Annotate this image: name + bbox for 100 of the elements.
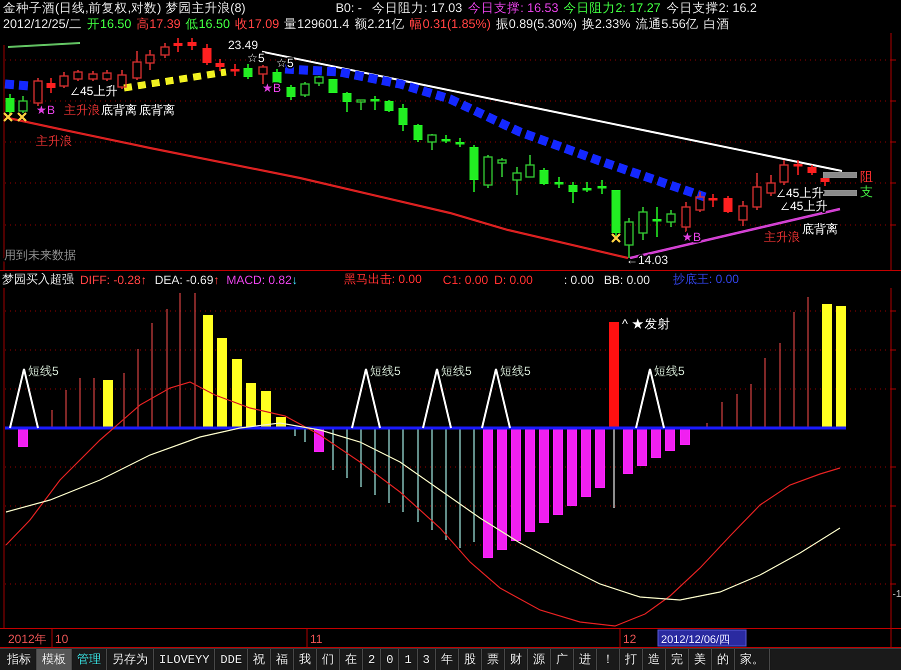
signal-label: 短线5 bbox=[28, 364, 59, 378]
indicator-readout: D: 0.00 bbox=[494, 272, 533, 286]
histogram-bar bbox=[665, 428, 675, 451]
candlestick bbox=[525, 155, 535, 178]
candlestick bbox=[456, 138, 464, 147]
toolbar-tab[interactable]: ILOVEYY bbox=[154, 649, 216, 670]
month-label: 12 bbox=[623, 632, 636, 646]
quote-field: 流通5.56亿 bbox=[635, 16, 699, 32]
candlestick bbox=[314, 76, 324, 86]
divergence-label: 底背离 bbox=[139, 103, 175, 117]
year-label: 2012年 bbox=[8, 632, 47, 646]
toolbar-tab[interactable]: 股 bbox=[458, 649, 482, 670]
cursor-date-label: 2012/12/06/四 bbox=[658, 630, 746, 646]
indicator-name: 梦园主升浪(8) bbox=[165, 0, 246, 16]
trend-arrow: ↓ bbox=[292, 272, 298, 286]
price-readout: 今日阻力2: 17.27 bbox=[563, 0, 661, 16]
price-readout: 今日支撑: 16.53 bbox=[468, 0, 558, 16]
month-label: 11 bbox=[310, 632, 322, 646]
toolbar-tab[interactable]: 造 bbox=[642, 649, 666, 670]
toolbar-tab[interactable]: 福 bbox=[271, 649, 294, 670]
rise-angle-label: ∠45上升 bbox=[780, 199, 828, 213]
histogram-bar bbox=[595, 428, 605, 488]
star-label: ☆5 bbox=[247, 51, 265, 65]
candlestick bbox=[33, 78, 43, 106]
toolbar-tab[interactable]: 财 bbox=[504, 649, 528, 670]
toolbar-tab[interactable]: 打 bbox=[620, 649, 643, 670]
quote-field: 白酒 bbox=[704, 16, 730, 32]
toolbar-tab[interactable]: 0 bbox=[381, 649, 400, 670]
indicator-readout: C1: 0.00 bbox=[442, 272, 488, 286]
candlestick bbox=[652, 207, 662, 237]
candlestick bbox=[638, 207, 648, 240]
candlestick bbox=[398, 104, 408, 131]
price-label: 23.49 bbox=[228, 38, 258, 52]
toolbar-tab[interactable]: 进 bbox=[574, 649, 597, 670]
cross-mark-icon bbox=[2, 112, 14, 122]
candlestick bbox=[442, 135, 450, 143]
quote-field: 换2.33% bbox=[582, 16, 630, 32]
candlestick bbox=[59, 72, 69, 88]
candlestick bbox=[328, 79, 338, 93]
indicator-readout: MACD: 0.82 bbox=[226, 272, 292, 286]
toolbar-tab[interactable]: 管理 bbox=[72, 649, 107, 670]
axis-label: -1 bbox=[892, 589, 901, 600]
toolbar-tab[interactable]: 广 bbox=[550, 649, 574, 670]
quote-field: 收17.09 bbox=[234, 16, 280, 32]
indicator-readout: : 0.00 bbox=[564, 272, 594, 286]
indicator-readout: DIFF: -0.28 bbox=[80, 272, 141, 286]
candlestick bbox=[132, 51, 142, 80]
candlestick bbox=[512, 167, 522, 195]
toolbar-tab[interactable]: 2 bbox=[363, 649, 382, 670]
resistance-label: 阻 bbox=[860, 169, 873, 184]
toolbar-tab[interactable]: 另存为 bbox=[107, 649, 154, 670]
candlestick bbox=[808, 165, 816, 175]
candlestick bbox=[46, 78, 56, 93]
toolbar-tab[interactable]: 们 bbox=[317, 649, 340, 670]
toolbar-tab[interactable]: 模板 bbox=[37, 649, 72, 670]
month-label: 10 bbox=[55, 632, 68, 646]
candlestick bbox=[568, 182, 578, 203]
histogram-bar bbox=[232, 359, 242, 428]
candlestick bbox=[554, 177, 564, 188]
candlestick bbox=[427, 134, 437, 150]
toolbar-tab[interactable]: 我 bbox=[294, 649, 318, 670]
toolbar-tab[interactable]: DDE bbox=[215, 649, 248, 670]
candlestick bbox=[188, 38, 196, 50]
toolbar-tab[interactable]: 家。 bbox=[734, 649, 770, 670]
candlestick bbox=[497, 158, 507, 177]
toolbar-tab[interactable]: 1 bbox=[399, 649, 418, 670]
toolbar-tab[interactable]: 票 bbox=[482, 649, 505, 670]
toolbar-tab[interactable]: 美 bbox=[688, 649, 712, 670]
marker-bar bbox=[823, 172, 857, 178]
trend-arrow: ↑ bbox=[140, 272, 147, 286]
price-readout: 今日支撑2: 16.2 bbox=[666, 0, 757, 16]
candlestick bbox=[18, 96, 28, 113]
toolbar-tab[interactable]: 年 bbox=[436, 649, 459, 670]
candlestick bbox=[216, 59, 224, 71]
support-label: 支 bbox=[860, 184, 873, 199]
histogram-bar bbox=[581, 428, 591, 497]
indicator-readout: BB: 0.00 bbox=[604, 272, 650, 286]
histogram-bar bbox=[637, 428, 647, 466]
toolbar-tab[interactable]: 祝 bbox=[248, 649, 272, 670]
candlestick bbox=[160, 43, 170, 58]
candlestick bbox=[414, 124, 422, 142]
price-readout: 今日阻力: 17.03 bbox=[372, 0, 462, 16]
stock-title: 金种子酒(日线,前复权,对数) bbox=[3, 0, 162, 16]
histogram-bar bbox=[246, 383, 256, 428]
toolbar-tab[interactable]: 源 bbox=[528, 649, 551, 670]
divergence-label: 底背离 bbox=[802, 222, 838, 236]
trend-arrow: ↑ bbox=[213, 272, 220, 286]
toolbar-tab[interactable]: 3 bbox=[418, 649, 436, 670]
candlestick bbox=[681, 202, 691, 232]
candlestick bbox=[582, 182, 592, 192]
histogram-bar bbox=[103, 380, 113, 428]
note-label: 用到未来数据 bbox=[4, 248, 76, 262]
rise-angle-label: ∠45上升 bbox=[776, 186, 824, 200]
indicator-readout: 抄底王: 0.00 bbox=[672, 271, 739, 288]
wave-label: 主升浪 bbox=[64, 103, 100, 117]
star-label: ☆5 bbox=[276, 56, 294, 70]
toolbar-tab[interactable]: 完 bbox=[666, 649, 689, 670]
toolbar-tab[interactable]: ！ bbox=[596, 649, 620, 670]
toolbar-tab[interactable]: 在 bbox=[340, 649, 364, 670]
toolbar-tab[interactable]: 的 bbox=[712, 649, 735, 670]
